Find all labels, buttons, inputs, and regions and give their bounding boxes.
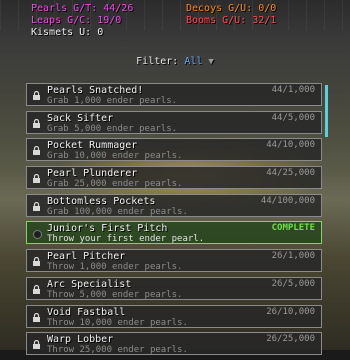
lock-icon: [33, 340, 40, 350]
achievement-row[interactable]: Void Fastball Throw 10,000 ender pearls. 2…: [26, 304, 322, 328]
achievement-progress: 44/25,000: [266, 168, 315, 179]
achievement-row[interactable]: Arc Specialist Throw 5,000 ender pearls. 2…: [26, 276, 322, 300]
achievement-row[interactable]: Pearls Snatched! Grab 1,000 ender pearls.…: [26, 83, 322, 106]
achievement-title: Pocket Rummager: [47, 140, 138, 152]
achievement-progress: 44/100,000: [260, 195, 315, 206]
lock-icon: [33, 284, 40, 294]
complete-badge: COMPLETE: [271, 223, 315, 234]
achievement-title: Arc Specialist: [47, 278, 132, 290]
achievement-progress: 26/5,000: [271, 278, 315, 289]
achievement-title: Void Fastball: [47, 306, 126, 318]
lock-icon: [33, 201, 40, 211]
achievement-row[interactable]: Pearl Pitcher Throw 1,000 ender pearls. 26…: [26, 249, 322, 273]
achievement-description: Grab 1,000 ender pearls.: [47, 96, 178, 106]
filter-value: All: [184, 56, 203, 67]
achievement-row[interactable]: Warp Lobber Throw 25,000 ender pearls. 26/…: [26, 332, 322, 356]
filter-dropdown[interactable]: Filter: All ▼: [0, 56, 350, 67]
lock-icon: [33, 146, 40, 156]
achievement-title: Junior's First Pitch: [47, 223, 168, 235]
achievement-description: Throw 10,000 ender pearls.: [47, 317, 188, 328]
achievement-progress: 26/25,000: [266, 334, 315, 345]
achievement-title: Sack Sifter: [47, 112, 114, 124]
achievement-description: Grab 25,000 ender pearls.: [47, 179, 183, 190]
complete-dot-icon: [33, 230, 42, 240]
achievement-row[interactable]: Junior's First Pitch Throw your first end…: [26, 221, 322, 245]
achievement-progress: 26/10,000: [266, 306, 315, 317]
achievement-title: Pearl Plunderer: [47, 168, 138, 180]
achievement-row[interactable]: Pocket Rummager Grab 10,000 ender pearls.…: [26, 138, 322, 162]
leaps-stat: Leaps G/C: 19/0: [31, 15, 122, 26]
achievement-title: Bottomless Pockets: [47, 195, 156, 207]
achievement-description: Throw 5,000 ender pearls.: [47, 289, 183, 300]
lock-icon: [33, 174, 40, 184]
lock-icon: [33, 118, 40, 128]
achievement-row[interactable]: Bottomless Pockets Grab 100,000 ender pea…: [26, 193, 322, 217]
achievement-progress: 44/1,000: [271, 85, 315, 95]
scrollbar[interactable]: [325, 85, 328, 137]
booms-stat: Booms G/U: 32/1: [186, 15, 277, 26]
chevron-down-icon: ▼: [208, 57, 214, 67]
achievement-description: Throw your first ender pearl.: [47, 234, 205, 245]
achievement-description: Grab 100,000 ender pearls.: [47, 206, 188, 217]
achievement-description: Grab 5,000 ender pearls.: [47, 123, 178, 134]
lock-icon: [33, 312, 40, 322]
achievement-progress: 44/10,000: [266, 140, 315, 151]
achievement-progress: 26/1,000: [271, 251, 315, 262]
achievement-description: Throw 25,000 ender pearls.: [47, 345, 188, 356]
decoys-stat: Decoys G/U: 0/0: [186, 3, 277, 14]
achievement-row[interactable]: Sack Sifter Grab 5,000 ender pearls. 44/5,…: [26, 110, 322, 134]
achievement-progress: 44/5,000: [271, 112, 315, 123]
achievement-row[interactable]: Pearl Plunderer Grab 25,000 ender pearls.…: [26, 166, 322, 190]
kismets-stat: Kismets U: 0: [31, 27, 104, 38]
lock-icon: [33, 257, 40, 267]
achievement-list: Pearls Snatched! Grab 1,000 ender pearls.…: [26, 83, 322, 360]
filter-label: Filter:: [136, 56, 179, 67]
achievement-title: Warp Lobber: [47, 334, 114, 346]
achievement-title: Pearls Snatched!: [47, 85, 144, 96]
achievement-description: Throw 1,000 ender pearls.: [47, 262, 183, 273]
achievement-description: Grab 10,000 ender pearls.: [47, 151, 183, 162]
lock-icon: [33, 91, 40, 100]
achievement-title: Pearl Pitcher: [47, 251, 126, 263]
stats-panel: Pearls G/T: 44/26 Decoys G/U: 0/0 Leaps …: [0, 0, 350, 40]
pearls-stat: Pearls G/T: 44/26: [31, 3, 134, 14]
